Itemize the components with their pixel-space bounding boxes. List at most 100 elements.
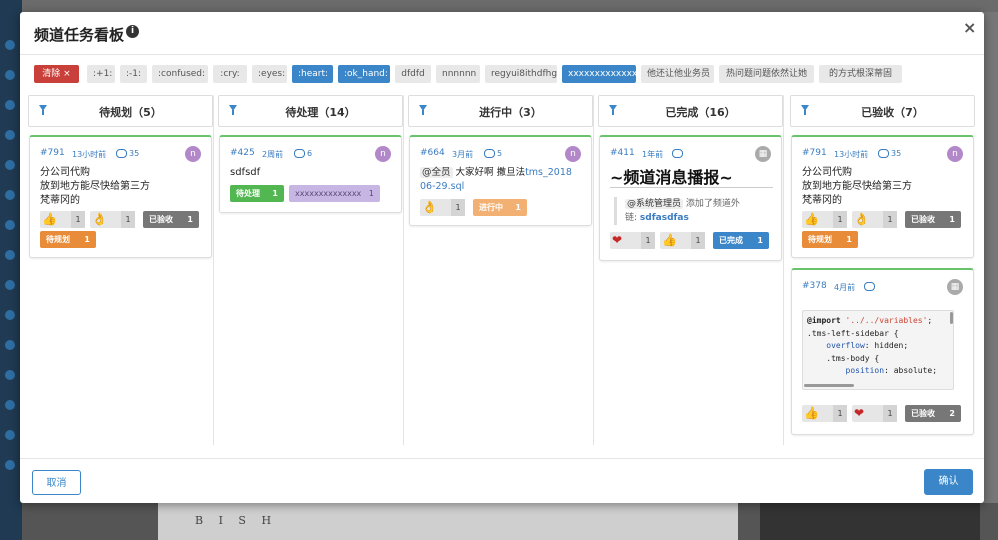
filter-tag[interactable]: dfdfd bbox=[395, 65, 431, 83]
filter-icon[interactable] bbox=[39, 105, 47, 115]
status-tag[interactable]: 已验收 1 bbox=[905, 211, 961, 228]
task-card[interactable]: #411 1年前 ▦ ~频道消息播报~ @系统管理员 添加了频道外 链: sdf… bbox=[599, 135, 782, 261]
status-tag[interactable]: 已验收 2 bbox=[905, 405, 961, 422]
code-block: @import '../../variables'; .tms-left-sid… bbox=[802, 310, 954, 390]
status-label: 已验收 bbox=[911, 409, 935, 418]
vertical-scrollbar[interactable] bbox=[950, 312, 953, 324]
thumbs-up-icon: 👍 bbox=[42, 212, 57, 226]
mention[interactable]: @系统管理员 bbox=[625, 199, 684, 209]
status-tag[interactable]: 进行中 1 bbox=[473, 199, 527, 216]
filter-tag[interactable]: regyui8ithdfhg bbox=[485, 65, 557, 83]
mention[interactable]: @全员 bbox=[420, 167, 453, 178]
filter-icon[interactable] bbox=[801, 105, 809, 115]
status-tag[interactable]: 待处理 1 bbox=[230, 185, 284, 202]
filter-tag-selected[interactable]: :heart: bbox=[292, 65, 333, 83]
filter-tag[interactable]: :+1: bbox=[87, 65, 115, 83]
status-tag[interactable]: 已完成 1 bbox=[713, 232, 769, 249]
thumbs-up-reaction[interactable]: 👍 1 bbox=[802, 211, 847, 228]
ok-hand-reaction[interactable]: 👌 1 bbox=[90, 211, 135, 228]
card-text-line: 放到地方能尽快给第三方 bbox=[802, 181, 912, 192]
thumbs-up-reaction[interactable]: 👍 1 bbox=[660, 232, 705, 249]
clear-filter-tag[interactable]: 清除 × bbox=[34, 65, 79, 83]
info-icon[interactable]: i bbox=[126, 25, 139, 38]
card-id[interactable]: #664 bbox=[420, 148, 445, 158]
custom-tag[interactable]: xxxxxxxxxxxxxx 1 bbox=[289, 185, 380, 202]
task-card[interactable]: #791 13小时前 35 n 分公司代购 放到地方能尽快给第三方 梵蒂冈的 👍… bbox=[791, 135, 974, 258]
sidebar-dot-icon bbox=[5, 280, 15, 290]
column-title: 已验收（7） bbox=[861, 106, 924, 119]
status-count: 1 bbox=[757, 236, 763, 245]
status-count: 2 bbox=[949, 409, 955, 418]
filter-tag[interactable]: :cry: bbox=[213, 65, 247, 83]
confirm-button[interactable]: 确认 bbox=[924, 469, 973, 495]
sidebar-dot-icon bbox=[5, 430, 15, 440]
card-heading: ~频道消息播报~ bbox=[610, 168, 733, 187]
filter-icon[interactable] bbox=[419, 105, 427, 115]
card-id[interactable]: #791 bbox=[802, 148, 827, 158]
filter-tag-selected[interactable]: :ok_hand: bbox=[338, 65, 390, 83]
filter-tag-selected[interactable]: xxxxxxxxxxxxxx bbox=[562, 65, 643, 83]
heart-reaction[interactable]: ❤ 1 bbox=[852, 405, 897, 422]
cancel-button[interactable]: 取消 bbox=[32, 470, 81, 495]
ok-hand-icon: 👌 bbox=[854, 212, 869, 226]
card-time: 13小时前 bbox=[834, 150, 869, 159]
sidebar-dot-icon bbox=[5, 160, 15, 170]
status-count: 1 bbox=[84, 235, 90, 244]
task-card[interactable]: #425 2周前 6 n sdfsdf 待处理 1 xxxxxxxxxxxxxx… bbox=[219, 135, 402, 213]
avatar: n bbox=[185, 146, 201, 162]
status-count: 1 bbox=[515, 203, 521, 212]
ok-hand-reaction[interactable]: 👌 1 bbox=[852, 211, 897, 228]
code-punct: ; bbox=[927, 316, 933, 325]
task-card[interactable]: #791 13小时前 35 n 分公司代购 放到地方能尽快给第三方 梵蒂冈的 👍… bbox=[29, 135, 212, 258]
card-id[interactable]: #378 bbox=[802, 281, 827, 291]
filter-icon[interactable] bbox=[609, 105, 617, 115]
column-header: 待规划（5） bbox=[28, 95, 213, 127]
filter-icon[interactable] bbox=[229, 105, 237, 115]
quote-line: 链: sdfasdfas bbox=[625, 211, 771, 225]
task-card[interactable]: #378 4月前 ▦ @import '../../variables'; .t… bbox=[791, 268, 974, 435]
status-label: 已完成 bbox=[719, 236, 743, 245]
filter-tag[interactable]: 的方式根深蒂固 bbox=[819, 65, 902, 83]
card-text-line: 分公司代购 bbox=[802, 167, 852, 178]
thumbs-up-reaction[interactable]: 👍 1 bbox=[802, 405, 847, 422]
heart-reaction[interactable]: ❤ 1 bbox=[610, 232, 655, 249]
column-done: 已完成（16） #411 1年前 ▦ ~频道消息播报~ @系统管理员 添加了频道… bbox=[598, 95, 784, 445]
task-card[interactable]: #664 3月前 5 n @全员 大家好啊 撒旦法tms_2018 06-29.… bbox=[409, 135, 592, 226]
file-link-continued[interactable]: 06-29.sql bbox=[420, 180, 585, 194]
quote-link[interactable]: sdfasdfas bbox=[640, 213, 689, 223]
heart-icon: ❤ bbox=[854, 406, 865, 420]
status-count: 1 bbox=[187, 215, 193, 224]
filter-tag[interactable]: nnnnnn bbox=[436, 65, 480, 83]
quote-line: @系统管理员 添加了频道外 bbox=[625, 197, 771, 211]
card-id[interactable]: #791 bbox=[40, 148, 65, 158]
file-link[interactable]: tms_2018 bbox=[525, 167, 572, 178]
task-board-modal: 频道任务看板 i × 清除 × :+1: :-1: :confused: :cr… bbox=[20, 12, 984, 503]
filter-tag[interactable]: 热问题问题依然让她 bbox=[719, 65, 814, 83]
ok-hand-reaction[interactable]: 👌 1 bbox=[420, 199, 465, 216]
filter-tag[interactable]: :confused: bbox=[152, 65, 208, 83]
card-id[interactable]: #411 bbox=[610, 148, 635, 158]
reaction-count: 1 bbox=[833, 405, 847, 422]
quote-text: 添加了频道外 bbox=[685, 199, 740, 209]
column-header: 进行中（3） bbox=[408, 95, 593, 127]
code-property: overflow bbox=[807, 341, 865, 350]
status-tag[interactable]: 待规划 1 bbox=[40, 231, 96, 248]
editor-toolbar-background: B I S H bbox=[195, 514, 278, 527]
tag-label: xxxxxxxxxxxxxx bbox=[295, 189, 362, 198]
status-tag[interactable]: 已验收 1 bbox=[143, 211, 199, 228]
reaction-count: 1 bbox=[451, 199, 465, 216]
filter-tag[interactable]: 他还让他业务员 bbox=[641, 65, 714, 83]
card-time: 4月前 bbox=[834, 283, 856, 292]
quote-block: @系统管理员 添加了频道外 链: sdfasdfas bbox=[614, 197, 771, 225]
filter-tag[interactable]: :-1: bbox=[120, 65, 147, 83]
avatar: n bbox=[375, 146, 391, 162]
thumbs-up-icon: 👍 bbox=[804, 212, 819, 226]
close-icon[interactable]: × bbox=[963, 18, 976, 37]
horizontal-scrollbar[interactable] bbox=[804, 384, 854, 387]
thumbs-up-reaction[interactable]: 👍 1 bbox=[40, 211, 85, 228]
status-tag[interactable]: 待规划 1 bbox=[802, 231, 858, 248]
column-header: 待处理（14） bbox=[218, 95, 403, 127]
card-content: 分公司代购 放到地方能尽快给第三方 梵蒂冈的 bbox=[802, 166, 912, 208]
card-id[interactable]: #425 bbox=[230, 148, 255, 158]
filter-tag[interactable]: :eyes: bbox=[252, 65, 287, 83]
